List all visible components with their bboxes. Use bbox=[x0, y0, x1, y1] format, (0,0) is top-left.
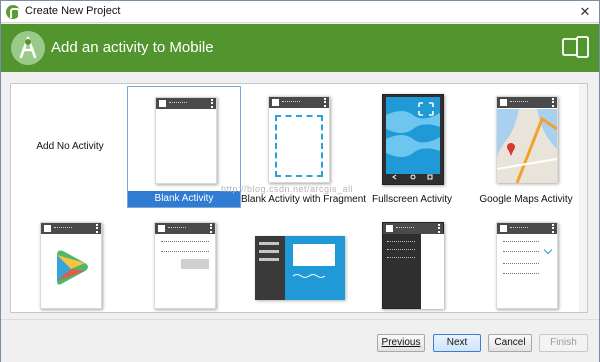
finish-button[interactable]: Finish bbox=[539, 334, 588, 352]
title-bar: Create New Project ✕ bbox=[1, 1, 599, 23]
finish-label: Finish bbox=[550, 337, 577, 348]
activity-preview bbox=[155, 97, 217, 184]
tile-login-activity[interactable] bbox=[127, 212, 241, 312]
cancel-label: Cancel bbox=[494, 337, 526, 348]
create-project-window: Create New Project ✕ Add an activity to … bbox=[0, 0, 600, 362]
tile-label: Add No Activity bbox=[36, 141, 104, 152]
tile-master-detail-flow[interactable] bbox=[241, 212, 355, 312]
activity-gallery: Add No Activity Blank Activity Blank Act… bbox=[10, 83, 588, 313]
watermark-text: http://blog.csdn.net/arcgis_all bbox=[221, 184, 354, 194]
tile-fullscreen-activity[interactable]: Fullscreen Activity bbox=[355, 86, 469, 208]
tile-google-maps-activity[interactable]: Google Maps Activity bbox=[469, 86, 583, 208]
android-studio-icon bbox=[6, 5, 20, 19]
phone-tablet-icon bbox=[562, 36, 589, 58]
close-icon[interactable]: ✕ bbox=[577, 4, 593, 19]
vertical-scrollbar[interactable] bbox=[579, 84, 587, 312]
activity-preview bbox=[496, 96, 558, 183]
activity-preview bbox=[382, 222, 444, 309]
window-title: Create New Project bbox=[25, 5, 121, 17]
cancel-button[interactable]: Cancel bbox=[488, 334, 532, 352]
activity-preview bbox=[382, 94, 444, 185]
next-button[interactable]: Next bbox=[433, 334, 481, 352]
tile-settings-activity[interactable] bbox=[469, 212, 583, 312]
page-title: Add an activity to Mobile bbox=[51, 39, 214, 56]
activity-preview bbox=[154, 222, 216, 309]
wizard-footer: Previous Next Cancel Finish bbox=[1, 319, 599, 362]
tile-navigation-drawer-activity[interactable] bbox=[355, 212, 469, 312]
activity-preview bbox=[268, 96, 330, 183]
previous-button[interactable]: Previous bbox=[377, 334, 425, 352]
activity-preview bbox=[496, 222, 558, 309]
tile-label: Blank Activity with Fragment bbox=[241, 194, 367, 205]
next-label: Next bbox=[446, 337, 468, 348]
android-studio-logo-icon bbox=[11, 31, 45, 65]
tile-add-no-activity[interactable]: Add No Activity bbox=[13, 86, 127, 208]
tile-label: Fullscreen Activity bbox=[371, 194, 453, 205]
previous-label: Previous bbox=[381, 337, 421, 348]
tile-play-services-activity[interactable] bbox=[13, 212, 127, 312]
wizard-header: Add an activity to Mobile bbox=[1, 24, 599, 72]
activity-preview bbox=[40, 222, 102, 309]
tile-label: Google Maps Activity bbox=[479, 194, 573, 205]
